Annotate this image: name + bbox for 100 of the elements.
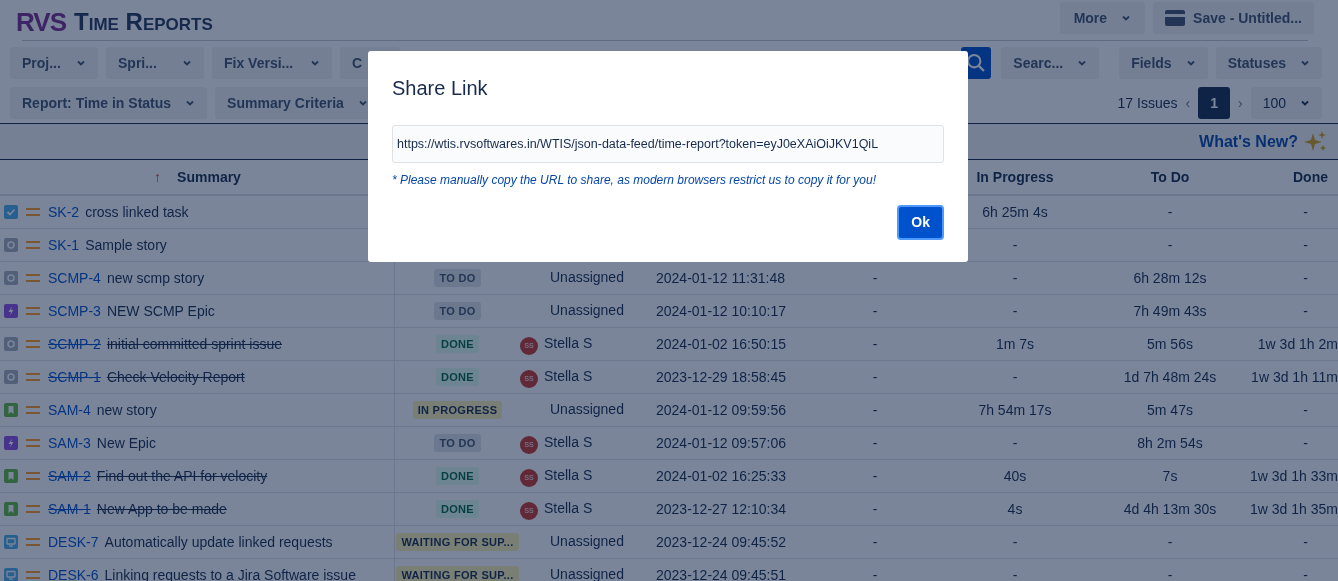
filter-dropdown[interactable]: Fields <box>1119 47 1208 79</box>
bookmark-icon <box>4 403 18 417</box>
assignee-name: Stella S <box>544 466 593 485</box>
duration-text: 7h 49m 43s <box>1133 301 1207 321</box>
chevron-down-icon <box>310 58 320 68</box>
filter-dropdown[interactable]: Statuses <box>1215 47 1322 79</box>
whats-new-link[interactable]: What's New? <box>1199 129 1298 154</box>
issue-key-link[interactable]: DESK-6 <box>48 564 99 581</box>
duration-text: - <box>872 334 878 354</box>
chevron-down-icon <box>1300 98 1310 108</box>
date-text: 2023-12-24 09:45:51 <box>656 565 786 581</box>
date-text: 2023-12-27 12:10:34 <box>656 499 786 519</box>
duration-text: - <box>1167 202 1173 222</box>
duration-text: 6h 28m 12s <box>1133 268 1207 288</box>
report-dropdown[interactable]: Report: Time in Status <box>10 87 208 119</box>
issue-key-link[interactable]: SK-2 <box>48 201 80 223</box>
duration-text: - <box>1167 235 1173 255</box>
duration-text: 1d 7h 48m 24s <box>1123 367 1217 387</box>
chevron-down-icon <box>357 98 368 108</box>
issue-key-link[interactable]: SK-1 <box>48 234 80 256</box>
checkbox-icon <box>4 205 18 219</box>
issue-key-link[interactable]: SAM-3 <box>48 432 91 454</box>
assignee-name: Unassigned <box>550 532 624 551</box>
duration-text: - <box>872 565 878 581</box>
date-text: 2024-01-12 10:10:17 <box>656 301 786 321</box>
issue-key-link[interactable]: SCMP-3 <box>48 300 101 322</box>
previous-page-button[interactable]: ‹ <box>1185 92 1191 114</box>
date-text: 2023-12-29 18:58:45 <box>656 367 786 387</box>
chevron-down-icon <box>1077 58 1088 68</box>
duration-text: - <box>872 466 878 486</box>
duration-text: 40s <box>1003 466 1027 486</box>
issue-summary: Automatically update linked requests <box>104 532 333 552</box>
equals-icon <box>26 406 40 414</box>
issue-key-link[interactable]: SCMP-1 <box>48 366 101 388</box>
issue-summary: NEW SCMP Epic <box>106 301 215 321</box>
circle-square-icon <box>4 370 18 384</box>
status-lozenge: TO DO <box>434 268 481 288</box>
status-lozenge: TO DO <box>434 301 481 321</box>
duration-text: 4s <box>1007 499 1023 519</box>
issue-summary: new scmp story <box>106 268 205 288</box>
issue-summary: New Epic <box>96 433 156 453</box>
chevron-down-icon <box>1121 13 1132 23</box>
filter-dropdown[interactable]: Spri... <box>106 47 204 79</box>
duration-text: 1w 3d 1h 11m <box>1251 367 1338 387</box>
duration-text: - <box>1012 565 1018 581</box>
issue-key-link[interactable]: DESK-7 <box>48 531 99 553</box>
issue-summary: New App to be made <box>96 499 227 519</box>
issue-key-link[interactable]: SCMP-2 <box>48 333 101 355</box>
page-size-dropdown[interactable]: 100 <box>1250 87 1322 119</box>
copy-note: * Please manually copy the URL to share, as modern browsers restrict us to copy it for you! <box>392 172 877 189</box>
duration-text: - <box>1303 301 1308 321</box>
more-menu-button[interactable]: More <box>1059 2 1146 34</box>
bookmark-icon <box>4 502 18 516</box>
date-text: 2024-01-02 16:25:33 <box>656 466 786 486</box>
page-button[interactable]: 1 <box>1198 87 1230 119</box>
equals-icon <box>26 274 40 282</box>
chevron-down-icon <box>1300 58 1310 68</box>
date-text: 2023-12-24 09:45:52 <box>656 532 786 552</box>
next-page-button[interactable]: › <box>1237 92 1243 114</box>
save-button[interactable]: Save - Untitled... <box>1153 2 1314 34</box>
duration-text: 7h 54m 17s <box>978 400 1052 420</box>
equals-icon <box>26 571 40 579</box>
status-lozenge: DONE <box>436 466 479 486</box>
status-lozenge: TO DO <box>434 433 481 453</box>
filter-dropdown[interactable]: Fix Versi... <box>212 47 332 79</box>
lightning-icon <box>4 304 18 318</box>
duration-text: - <box>872 433 878 453</box>
chevron-down-icon <box>76 58 86 68</box>
issue-key-link[interactable]: SCMP-4 <box>48 267 101 289</box>
equals-icon <box>26 439 40 447</box>
duration-text: 4d 4h 13m 30s <box>1123 499 1217 519</box>
circle-square-icon <box>4 238 18 252</box>
column-header[interactable]: Done <box>1293 166 1328 188</box>
issue-summary: new story <box>96 400 157 420</box>
duration-text: - <box>1303 400 1308 420</box>
duration-text: - <box>1303 235 1308 255</box>
duration-text: - <box>1303 565 1308 581</box>
equals-icon <box>26 373 40 381</box>
duration-text: - <box>872 268 878 288</box>
column-header[interactable]: In Progress <box>976 166 1054 188</box>
ok-button[interactable]: Ok <box>897 205 944 240</box>
url-field[interactable]: https://wtis.rvsoftwares.in/WTIS/json-data-feed/time-report?token=eyJ0eXAiOiJKV1QiL <box>392 125 944 163</box>
equals-icon <box>26 208 40 216</box>
filter-dropdown[interactable]: Proj... <box>10 47 98 79</box>
equals-icon <box>26 538 40 546</box>
duration-text: 7s <box>1162 466 1178 486</box>
duration-text: - <box>1303 268 1308 288</box>
filter-dropdown[interactable]: Searc... <box>1001 47 1100 79</box>
status-lozenge: DONE <box>436 499 479 519</box>
issue-key-link[interactable]: SAM-2 <box>48 465 91 487</box>
duration-text: 8h 2m 54s <box>1137 433 1203 453</box>
sort-arrow[interactable]: ↑ <box>154 166 162 188</box>
assignee-name: Unassigned <box>550 301 624 320</box>
column-header[interactable]: To Do <box>1150 166 1190 188</box>
circle-square-icon <box>4 271 18 285</box>
equals-icon <box>26 505 40 513</box>
column-header[interactable]: Summary <box>177 166 241 188</box>
issue-key-link[interactable]: SAM-4 <box>48 399 91 421</box>
circle-square-icon <box>4 337 18 351</box>
issue-key-link[interactable]: SAM-1 <box>48 498 91 520</box>
